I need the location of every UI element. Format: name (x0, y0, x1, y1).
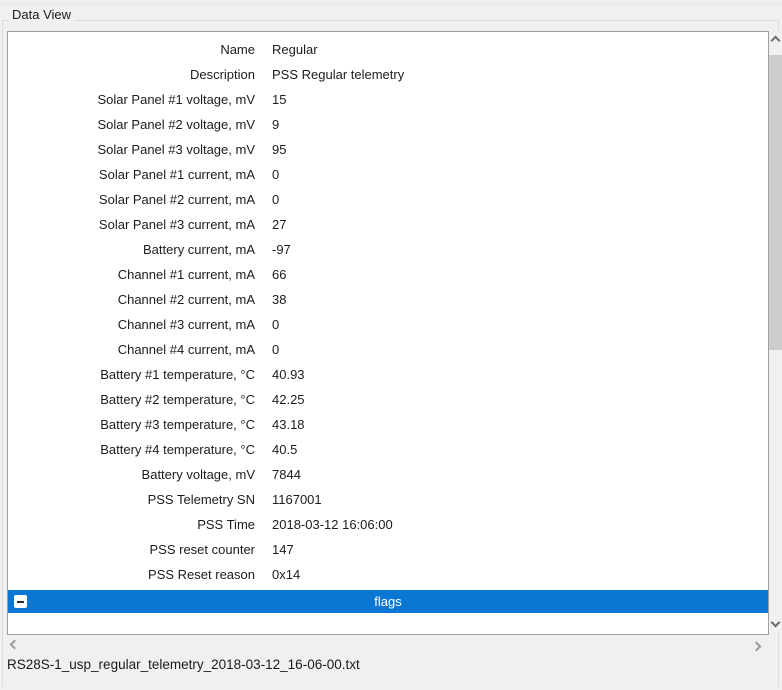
table-row[interactable]: PSS reset counter 147 (8, 537, 768, 562)
row-label: PSS reset counter (8, 542, 255, 557)
row-label: Battery #3 temperature, °C (8, 417, 255, 432)
table-row[interactable]: Solar Panel #2 current, mA 0 (8, 187, 768, 212)
table-row[interactable]: Battery #4 temperature, °C 40.5 (8, 437, 768, 462)
data-view-window: Data View Name Regular Description PSS R… (0, 0, 782, 690)
row-label: Channel #3 current, mA (8, 317, 255, 332)
table-row[interactable]: Channel #2 current, mA 38 (8, 287, 768, 312)
table-row[interactable]: Battery current, mA -97 (8, 237, 768, 262)
table-row[interactable]: Name Regular (8, 37, 768, 62)
row-value: Regular (272, 42, 318, 57)
table-row[interactable]: Solar Panel #3 current, mA 27 (8, 212, 768, 237)
telemetry-rows: Name Regular Description PSS Regular tel… (8, 32, 768, 587)
table-row[interactable]: Battery #1 temperature, °C 40.93 (8, 362, 768, 387)
row-label: Solar Panel #3 current, mA (8, 217, 255, 232)
row-value: 42.25 (272, 392, 305, 407)
minus-glyph (17, 601, 24, 603)
row-label: Solar Panel #3 voltage, mV (8, 142, 255, 157)
row-value: 0 (272, 317, 279, 332)
row-label: Channel #2 current, mA (8, 292, 255, 307)
row-label: Solar Panel #1 current, mA (8, 167, 255, 182)
row-value: 0 (272, 167, 279, 182)
row-label: Solar Panel #2 current, mA (8, 192, 255, 207)
row-label: Description (8, 67, 255, 82)
table-row[interactable]: Description PSS Regular telemetry (8, 62, 768, 87)
scroll-down-icon[interactable] (769, 615, 782, 631)
row-value: 7844 (272, 467, 301, 482)
row-value: 95 (272, 142, 286, 157)
row-label: PSS Telemetry SN (8, 492, 255, 507)
top-edge-line (0, 3, 782, 4)
table-row[interactable]: Solar Panel #1 voltage, mV 15 (8, 87, 768, 112)
row-value: 15 (272, 92, 286, 107)
row-value: 0x14 (272, 567, 300, 582)
row-value: PSS Regular telemetry (272, 67, 404, 82)
telemetry-table-panel: Name Regular Description PSS Regular tel… (7, 31, 769, 635)
table-row[interactable]: Channel #1 current, mA 66 (8, 262, 768, 287)
table-row[interactable]: Solar Panel #3 voltage, mV 95 (8, 137, 768, 162)
groupbox-title: Data View (9, 7, 74, 23)
table-row[interactable]: Battery #2 temperature, °C 42.25 (8, 387, 768, 412)
row-value: 40.93 (272, 367, 305, 382)
vertical-scrollbar-thumb[interactable] (769, 55, 782, 350)
row-value: 40.5 (272, 442, 297, 457)
row-label: Solar Panel #2 voltage, mV (8, 117, 255, 132)
row-value: 1167001 (272, 492, 322, 507)
table-row[interactable]: Channel #4 current, mA 0 (8, 337, 768, 362)
table-row[interactable]: Battery #3 temperature, °C 43.18 (8, 412, 768, 437)
row-value: 0 (272, 342, 279, 357)
vertical-scrollbar[interactable] (769, 31, 782, 631)
table-row[interactable]: PSS Reset reason 0x14 (8, 562, 768, 587)
row-label: Channel #1 current, mA (8, 267, 255, 282)
row-value: -97 (272, 242, 291, 257)
row-value: 43.18 (272, 417, 305, 432)
scroll-up-icon[interactable] (769, 31, 782, 47)
row-label: Solar Panel #1 voltage, mV (8, 92, 255, 107)
row-value: 27 (272, 217, 286, 232)
row-value: 66 (272, 267, 286, 282)
row-label: Channel #4 current, mA (8, 342, 255, 357)
row-label: Battery #2 temperature, °C (8, 392, 255, 407)
row-value: 9 (272, 117, 279, 132)
group-row-label: flags (374, 594, 401, 609)
row-label: Battery voltage, mV (8, 467, 255, 482)
row-value: 0 (272, 192, 279, 207)
table-row[interactable]: Battery voltage, mV 7844 (8, 462, 768, 487)
row-value: 147 (272, 542, 294, 557)
table-row[interactable]: Channel #3 current, mA 0 (8, 312, 768, 337)
table-row[interactable]: PSS Time 2018-03-12 16:06:00 (8, 512, 768, 537)
row-label: PSS Time (8, 517, 255, 532)
row-value: 2018-03-12 16:06:00 (272, 517, 393, 532)
row-label: Battery #4 temperature, °C (8, 442, 255, 457)
row-label: Battery current, mA (8, 242, 255, 257)
table-row[interactable]: PSS Telemetry SN 1167001 (8, 487, 768, 512)
status-filename: RS28S-1_usp_regular_telemetry_2018-03-12… (7, 657, 360, 672)
row-label: PSS Reset reason (8, 567, 255, 582)
row-value: 38 (272, 292, 286, 307)
row-label: Battery #1 temperature, °C (8, 367, 255, 382)
table-row[interactable]: Solar Panel #1 current, mA 0 (8, 162, 768, 187)
table-row[interactable]: Solar Panel #2 voltage, mV 9 (8, 112, 768, 137)
collapse-icon[interactable] (14, 595, 27, 608)
row-label: Name (8, 42, 255, 57)
group-row-flags[interactable]: flags (8, 590, 768, 613)
